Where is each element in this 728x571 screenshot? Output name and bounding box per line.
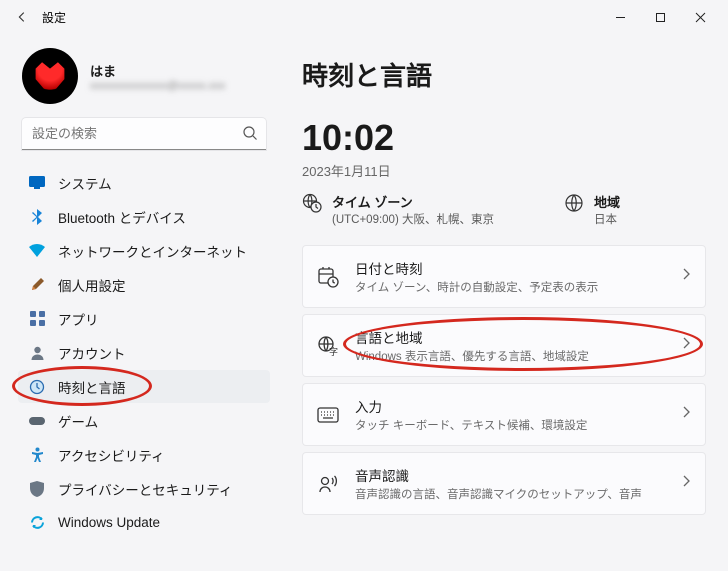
update-icon (28, 514, 46, 532)
card-title: 日付と時刻 (355, 258, 665, 278)
sidebar-item-system[interactable]: システム (18, 166, 270, 199)
nav-label: Bluetooth とデバイス (58, 207, 186, 227)
window-title: 設定 (42, 9, 66, 26)
clock-globe-icon (28, 378, 46, 396)
maximize-button[interactable] (640, 3, 680, 31)
nav-label: Windows Update (58, 515, 160, 530)
paintbrush-icon (28, 276, 46, 294)
wifi-icon (28, 242, 46, 260)
minimize-button[interactable] (600, 3, 640, 31)
globe-icon (564, 193, 584, 213)
speech-icon (317, 473, 339, 495)
sidebar-item-time-language[interactable]: 時刻と言語 (18, 370, 270, 403)
tz-label: タイム ゾーン (332, 192, 494, 211)
chevron-right-icon (681, 474, 691, 493)
summary-timezone[interactable]: タイム ゾーン (UTC+09:00) 大阪、札幌、東京 (302, 192, 494, 227)
sidebar-item-privacy[interactable]: プライバシーとセキュリティ (18, 472, 270, 505)
card-desc: 音声認識の言語、音声認識マイクのセットアップ、音声 (355, 486, 665, 502)
search-icon (242, 125, 258, 146)
nav-label: システム (58, 173, 112, 193)
card-desc: タイム ゾーン、時計の自動設定、予定表の表示 (355, 279, 665, 295)
calendar-clock-icon (317, 266, 339, 288)
summary-region[interactable]: 地域 日本 (554, 192, 620, 227)
back-button[interactable] (8, 3, 36, 31)
profile-name: はま (90, 61, 225, 80)
summary-row: タイム ゾーン (UTC+09:00) 大阪、札幌、東京 地域 日本 (302, 192, 706, 227)
sidebar: はま xxxxxxxxxxxxxx@xxxxx.xxx システム Bluetoo… (0, 34, 280, 571)
close-button[interactable] (680, 3, 720, 31)
card-input[interactable]: 入力 タッチ キーボード、テキスト候補、環境設定 (302, 383, 706, 446)
main-pane: 時刻と言語 10:02 2023年1月11日 タイム ゾーン (UTC+09:0… (280, 34, 728, 571)
card-desc: タッチ キーボード、テキスト候補、環境設定 (355, 417, 665, 433)
clock-display: 10:02 (302, 117, 706, 159)
system-icon (28, 174, 46, 192)
nav-label: ネットワークとインターネット (58, 241, 247, 261)
profile[interactable]: はま xxxxxxxxxxxxxx@xxxxx.xxx (18, 48, 270, 104)
svg-text:字: 字 (329, 346, 338, 357)
chevron-right-icon (681, 405, 691, 424)
card-title: 入力 (355, 396, 665, 416)
search-input[interactable] (22, 118, 266, 150)
nav-label: アクセシビリティ (58, 445, 165, 465)
profile-email: xxxxxxxxxxxxxx@xxxxx.xxx (90, 80, 225, 92)
language-icon: 字 (317, 335, 339, 357)
avatar (22, 48, 78, 104)
region-label: 地域 (594, 192, 620, 211)
nav-label: アプリ (58, 309, 99, 329)
sidebar-item-apps[interactable]: アプリ (18, 302, 270, 335)
nav-label: プライバシーとセキュリティ (58, 479, 232, 499)
nav-label: 個人用設定 (58, 275, 126, 295)
sidebar-item-accounts[interactable]: アカウント (18, 336, 270, 369)
accounts-icon (28, 344, 46, 362)
tz-value: (UTC+09:00) 大阪、札幌、東京 (332, 211, 494, 227)
sidebar-item-network[interactable]: ネットワークとインターネット (18, 234, 270, 267)
nav-label: アカウント (58, 343, 126, 363)
sidebar-item-bluetooth[interactable]: Bluetooth とデバイス (18, 200, 270, 233)
region-value: 日本 (594, 211, 620, 227)
card-title: 音声認識 (355, 465, 665, 485)
nav-label: ゲーム (58, 411, 98, 431)
search-container (22, 118, 266, 150)
nav-label: 時刻と言語 (58, 377, 126, 397)
title-bar: 設定 (0, 0, 728, 34)
page-title: 時刻と言語 (302, 56, 706, 93)
card-speech[interactable]: 音声認識 音声認識の言語、音声認識マイクのセットアップ、音声 (302, 452, 706, 515)
card-desc: Windows 表示言語、優先する言語、地域設定 (355, 348, 665, 364)
card-title: 言語と地域 (355, 327, 665, 347)
nav-list: システム Bluetooth とデバイス ネットワークとインターネット 個人用設… (18, 166, 270, 539)
shield-icon (28, 480, 46, 498)
chevron-right-icon (681, 336, 691, 355)
sidebar-item-accessibility[interactable]: アクセシビリティ (18, 438, 270, 471)
accessibility-icon (28, 446, 46, 464)
sidebar-item-windows-update[interactable]: Windows Update (18, 506, 270, 539)
globe-clock-icon (302, 193, 322, 213)
apps-icon (28, 310, 46, 328)
sidebar-item-gaming[interactable]: ゲーム (18, 404, 270, 437)
card-date-time[interactable]: 日付と時刻 タイム ゾーン、時計の自動設定、予定表の表示 (302, 245, 706, 308)
chevron-right-icon (681, 267, 691, 286)
date-display: 2023年1月11日 (302, 161, 706, 180)
gaming-icon (28, 412, 46, 430)
bluetooth-icon (28, 208, 46, 226)
sidebar-item-personalization[interactable]: 個人用設定 (18, 268, 270, 301)
card-language-region[interactable]: 字 言語と地域 Windows 表示言語、優先する言語、地域設定 (302, 314, 706, 377)
keyboard-icon (317, 404, 339, 426)
